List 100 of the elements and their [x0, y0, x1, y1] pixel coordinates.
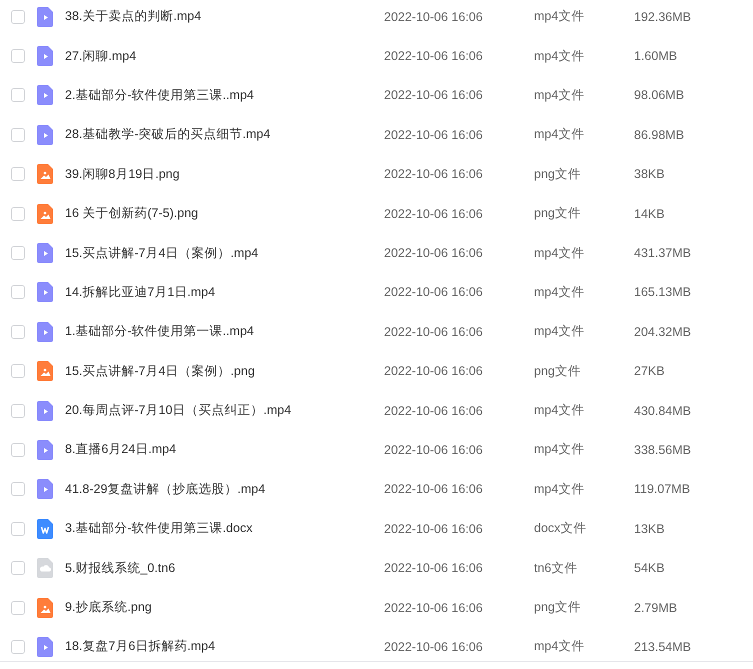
modified-time: 2022-10-06 16:06 — [384, 482, 484, 496]
file-name[interactable]: 1.基础部分-软件使用第一课..mp4 — [65, 323, 384, 340]
file-size: 14KB — [634, 206, 666, 221]
modified-time: 2022-10-06 16:06 — [384, 167, 484, 182]
checkbox[interactable] — [11, 522, 25, 536]
modified-time: 2022-10-06 16:06 — [384, 442, 484, 457]
file-type: mp4文件 — [534, 86, 586, 104]
modified-time: 2022-10-06 16:06 — [384, 206, 484, 221]
checkbox[interactable] — [11, 600, 25, 615]
file-name[interactable]: 15.买点讲解-7月4日（案例）.png — [65, 362, 384, 380]
file-type: mp4文件 — [534, 441, 586, 458]
file-name[interactable]: 38.关于卖点的判断.mp4 — [65, 8, 384, 26]
modified-time: 2022-10-06 16:06 — [384, 561, 484, 576]
file-size: 38KB — [634, 167, 666, 182]
file-name[interactable]: 9.抄底系统.png — [65, 599, 384, 616]
checkbox[interactable] — [11, 561, 25, 576]
modified-time: 2022-10-06 16:06 — [384, 246, 484, 260]
modified-time: 2022-10-06 16:06 — [384, 364, 484, 378]
modified-time: 2022-10-06 16:06 — [384, 10, 484, 24]
image-file-icon — [37, 204, 53, 224]
checkbox[interactable] — [11, 128, 25, 142]
file-name[interactable]: 39.闲聊8月19日.png — [65, 166, 384, 183]
file-name[interactable]: 18.复盘7月6日拆解药.mp4 — [65, 638, 384, 656]
cloud-file-icon — [37, 558, 53, 578]
modified-time: 2022-10-06 16:06 — [384, 49, 484, 64]
file-size: 119.07MB — [634, 482, 692, 496]
file-size: 27KB — [634, 364, 666, 378]
file-type: png文件 — [534, 205, 582, 222]
modified-time: 2022-10-06 16:06 — [384, 324, 484, 339]
modified-time: 2022-10-06 16:06 — [384, 640, 484, 654]
file-type: mp4文件 — [534, 48, 586, 65]
file-type: png文件 — [534, 599, 582, 616]
file-size: 204.32MB — [634, 324, 692, 339]
file-size: 165.13MB — [634, 285, 692, 300]
video-file-icon — [37, 479, 53, 500]
file-name[interactable]: 3.基础部分-软件使用第三课.docx — [65, 520, 384, 538]
checkbox[interactable] — [11, 482, 25, 496]
checkbox[interactable] — [11, 246, 25, 260]
checkbox[interactable] — [11, 324, 25, 339]
modified-time: 2022-10-06 16:06 — [384, 88, 484, 102]
video-file-icon — [37, 85, 53, 106]
file-name[interactable]: 16 关于创新药(7-5).png — [65, 205, 384, 222]
checkbox[interactable] — [11, 404, 25, 418]
file-size: 430.84MB — [634, 404, 692, 418]
checkbox[interactable] — [11, 364, 25, 378]
checkbox[interactable] — [11, 49, 25, 64]
file-size: 213.54MB — [634, 640, 692, 654]
file-type: png文件 — [534, 166, 582, 183]
file-name[interactable]: 27.闲聊.mp4 — [65, 48, 384, 65]
modified-time: 2022-10-06 16:06 — [384, 285, 484, 300]
file-name[interactable]: 5.财报线系统_0.tn6 — [65, 560, 384, 577]
file-name[interactable]: 28.基础教学-突破后的买点细节.mp4 — [65, 126, 384, 144]
file-size: 54KB — [634, 561, 666, 576]
file-type: mp4文件 — [534, 284, 586, 301]
file-size: 13KB — [634, 522, 666, 536]
video-file-icon — [37, 400, 53, 421]
checkbox[interactable] — [11, 10, 25, 24]
video-file-icon — [37, 636, 53, 657]
video-file-icon — [37, 440, 53, 460]
file-name[interactable]: 41.8-29复盘讲解（抄底选股）.mp4 — [65, 480, 384, 498]
file-type: mp4文件 — [534, 480, 586, 498]
file-name[interactable]: 14.拆解比亚迪7月1日.mp4 — [65, 284, 384, 301]
file-size: 2.79MB — [634, 600, 678, 615]
image-file-icon — [37, 598, 53, 618]
modified-time: 2022-10-06 16:06 — [384, 600, 484, 615]
checkbox[interactable] — [11, 442, 25, 457]
file-size: 98.06MB — [634, 88, 686, 102]
checkbox[interactable] — [11, 88, 25, 102]
file-size: 86.98MB — [634, 128, 686, 142]
file-type: mp4文件 — [534, 8, 586, 26]
video-file-icon — [37, 322, 53, 342]
video-file-icon — [37, 6, 53, 27]
image-file-icon — [37, 164, 53, 184]
file-type: mp4文件 — [534, 402, 586, 420]
checkbox[interactable] — [11, 167, 25, 182]
checkbox[interactable] — [11, 285, 25, 300]
file-type: docx文件 — [534, 520, 588, 538]
video-file-icon — [37, 282, 53, 302]
checkbox[interactable] — [11, 206, 25, 221]
checkbox[interactable] — [11, 640, 25, 654]
file-type: mp4文件 — [534, 638, 586, 656]
file-size: 192.36MB — [634, 10, 692, 24]
video-file-icon — [37, 243, 53, 264]
video-file-icon — [37, 46, 53, 66]
modified-time: 2022-10-06 16:06 — [384, 522, 484, 536]
file-name[interactable]: 15.买点讲解-7月4日（案例）.mp4 — [65, 244, 384, 262]
file-name[interactable]: 8.直播6月24日.mp4 — [65, 441, 384, 458]
modified-time: 2022-10-06 16:06 — [384, 128, 484, 142]
file-size: 1.60MB — [634, 49, 678, 64]
video-file-icon — [37, 124, 53, 145]
modified-time: 2022-10-06 16:06 — [384, 404, 484, 418]
document-file-icon — [37, 518, 53, 539]
file-type: mp4文件 — [534, 126, 586, 144]
file-type: tn6文件 — [534, 560, 578, 577]
file-size: 431.37MB — [634, 246, 692, 260]
file-name[interactable]: 20.每周点评-7月10日（买点纠正）.mp4 — [65, 402, 384, 420]
file-type: mp4文件 — [534, 244, 586, 262]
image-file-icon — [37, 361, 53, 382]
file-type: png文件 — [534, 362, 582, 380]
file-name[interactable]: 2.基础部分-软件使用第三课..mp4 — [65, 86, 384, 104]
